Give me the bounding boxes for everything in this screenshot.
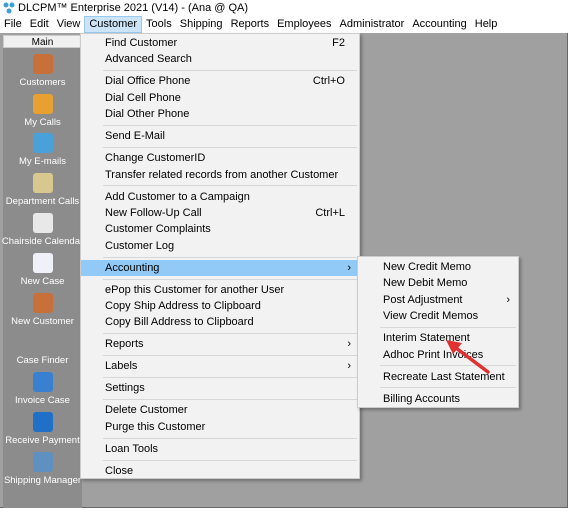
- annotation-arrow: [446, 340, 490, 374]
- app-window: DLCPM™ Enterprise 2021 (V14) - (Ana @ QA…: [0, 0, 568, 508]
